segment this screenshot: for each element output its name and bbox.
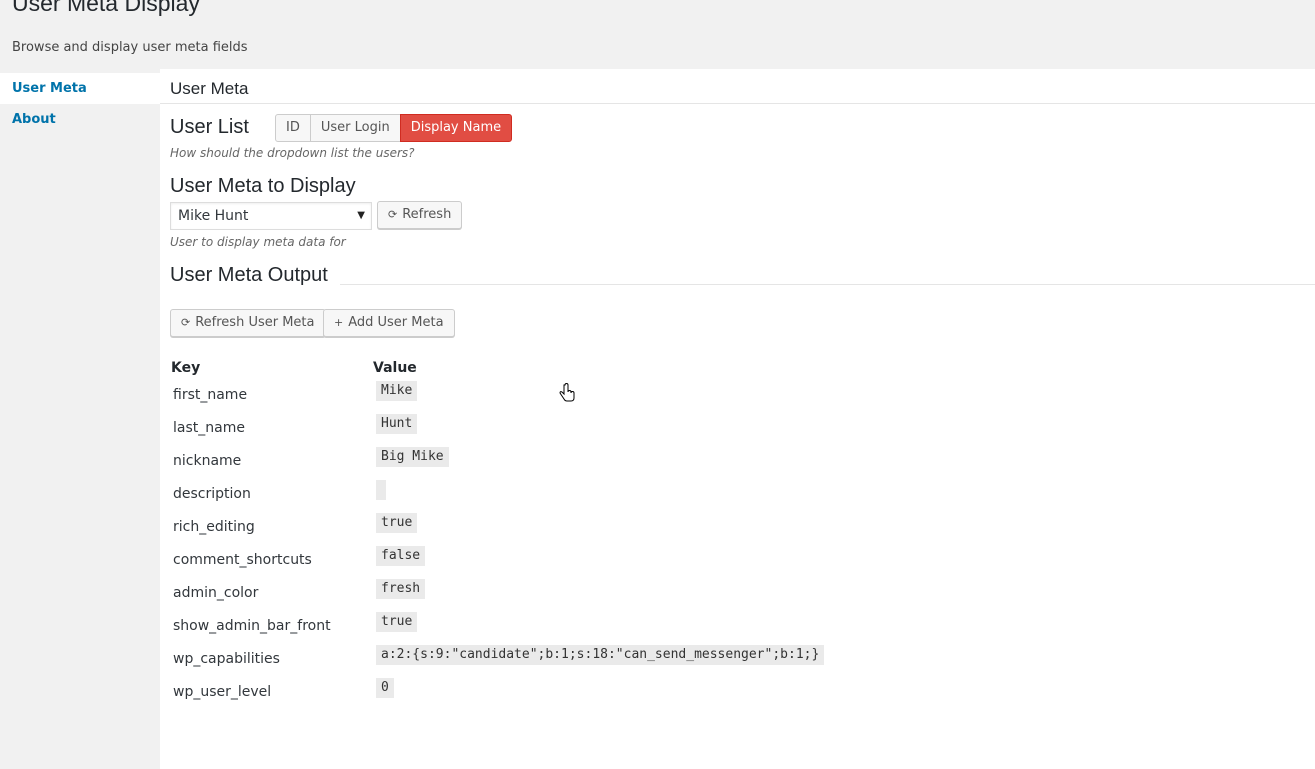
meta-value: Big Mike: [376, 447, 449, 467]
refresh-icon: ⟳: [181, 316, 191, 329]
meta-display-heading: User Meta to Display: [170, 175, 356, 197]
meta-value: [376, 480, 386, 500]
meta-value: false: [376, 546, 426, 566]
meta-key: first_name: [173, 387, 248, 403]
meta-value: 0: [376, 678, 394, 698]
page-title: User Meta Display: [12, 0, 200, 16]
table-row: description: [173, 480, 1273, 513]
meta-value: fresh: [376, 579, 426, 599]
output-heading: User Meta Output: [170, 264, 328, 286]
plus-icon: +: [334, 316, 344, 329]
meta-key: wp_user_level: [173, 684, 272, 700]
table-row: comment_shortcuts false: [173, 546, 1273, 579]
chevron-down-icon: ▼: [357, 210, 365, 221]
table-row: wp_user_level 0: [173, 678, 1273, 711]
user-list-toggle: ID User Login Display Name: [275, 114, 513, 142]
column-header-value: Value: [373, 360, 417, 376]
main-panel: User Meta User List ID User Login Displa…: [160, 69, 1315, 769]
table-row: last_name Hunt: [173, 414, 1273, 447]
user-list-option-display-name[interactable]: Display Name: [399, 114, 513, 142]
section-divider: [160, 103, 1315, 104]
meta-key: admin_color: [173, 585, 259, 601]
sidebar-item-user-meta[interactable]: User Meta: [0, 73, 160, 104]
meta-value: true: [376, 513, 418, 533]
meta-display-help: User to display meta data for: [170, 235, 346, 249]
refresh-button[interactable]: ⟳ Refresh: [377, 201, 463, 229]
user-list-help: How should the dropdown list the users?: [170, 146, 415, 160]
page-subtitle: Browse and display user meta fields: [12, 40, 248, 55]
meta-key: wp_capabilities: [173, 651, 280, 667]
user-list-option-user-login[interactable]: User Login: [309, 114, 401, 142]
user-list-option-id[interactable]: ID: [275, 114, 311, 142]
table-row: admin_color fresh: [173, 579, 1273, 612]
output-divider: [340, 284, 1315, 285]
add-user-meta-label: Add User Meta: [348, 315, 444, 330]
user-select[interactable]: Mike Hunt ▼: [170, 202, 372, 230]
column-header-key: Key: [171, 360, 201, 376]
section-title: User Meta: [170, 79, 249, 98]
refresh-icon: ⟳: [388, 208, 398, 221]
table-row: first_name Mike: [173, 381, 1273, 414]
refresh-button-label: Refresh: [402, 207, 452, 222]
user-list-heading: User List: [170, 116, 249, 138]
meta-key: rich_editing: [173, 519, 255, 535]
page-header: User Meta Display: [12, 0, 200, 18]
user-select-value: Mike Hunt: [178, 208, 249, 224]
meta-key: nickname: [173, 453, 242, 469]
meta-key: comment_shortcuts: [173, 552, 312, 568]
table-row: rich_editing true: [173, 513, 1273, 546]
meta-key: show_admin_bar_front: [173, 618, 331, 634]
meta-value: Hunt: [376, 414, 418, 434]
sidebar: User Meta About: [0, 73, 160, 135]
hand-cursor-icon: [559, 383, 575, 402]
sidebar-item-about[interactable]: About: [0, 104, 160, 135]
meta-value: Mike: [376, 381, 418, 401]
table-row: show_admin_bar_front true: [173, 612, 1273, 645]
table-row: nickname Big Mike: [173, 447, 1273, 480]
meta-value: true: [376, 612, 418, 632]
meta-value: a:2:{s:9:"candidate";b:1;s:18:"can_send_…: [376, 645, 825, 665]
meta-key: description: [173, 486, 251, 502]
add-user-meta-button[interactable]: + Add User Meta: [323, 309, 455, 337]
table-row: wp_capabilities a:2:{s:9:"candidate";b:1;…: [173, 645, 1273, 678]
refresh-user-meta-label: Refresh User Meta: [195, 315, 315, 330]
meta-key: last_name: [173, 420, 245, 436]
refresh-user-meta-button[interactable]: ⟳ Refresh User Meta: [170, 309, 326, 337]
